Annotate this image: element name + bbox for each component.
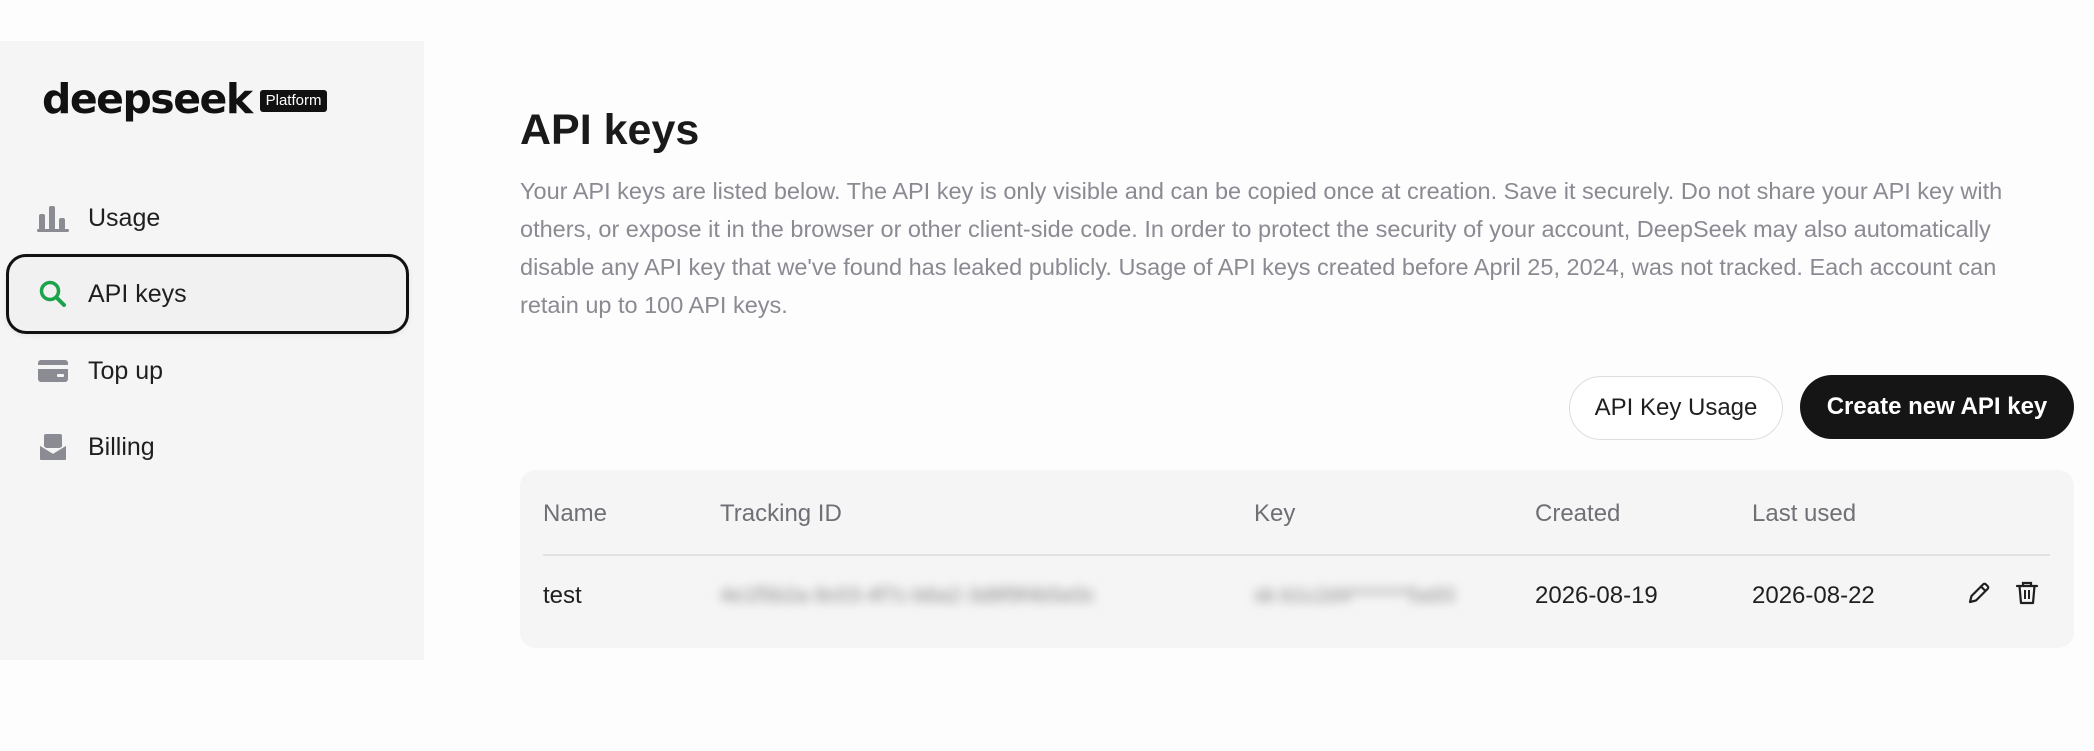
- sidebar-item-label: API keys: [88, 279, 187, 308]
- edit-icon[interactable]: [1964, 578, 1994, 608]
- api-keys-table: Name Tracking ID Key Created Last used t…: [520, 470, 2074, 648]
- billing-icon: [36, 430, 70, 464]
- sidebar: deepseek Platform Usage API keys Top up …: [0, 41, 424, 660]
- create-api-key-button[interactable]: Create new API key: [1800, 375, 2074, 439]
- column-header-created: Created: [1535, 500, 1621, 527]
- column-header-last-used: Last used: [1752, 500, 1857, 527]
- key-name-cell: test: [543, 582, 582, 609]
- sidebar-item-usage[interactable]: Usage: [6, 178, 409, 258]
- page-title: API keys: [520, 106, 700, 154]
- column-header-name: Name: [543, 500, 608, 527]
- created-date-cell: 2026-08-19: [1535, 582, 1658, 609]
- table-divider: [543, 554, 2050, 556]
- tracking-id-cell: 4e1f5b2a-9c03-4f7c-b6a2-3d8f9f4b5e0c: [720, 584, 1095, 607]
- column-header-key: Key: [1254, 500, 1296, 527]
- sidebar-item-label: Usage: [88, 203, 161, 232]
- sidebar-item-billing[interactable]: Billing: [6, 407, 409, 487]
- sidebar-item-top-up[interactable]: Top up: [6, 331, 409, 411]
- deepseek-logo[interactable]: deepseek Platform: [42, 75, 328, 123]
- bar-chart-icon: [36, 201, 70, 235]
- page-description: Your API keys are listed below. The API …: [520, 178, 2003, 318]
- sidebar-item-api-keys[interactable]: API keys: [6, 254, 409, 334]
- column-header-tracking-id: Tracking ID: [720, 500, 842, 527]
- sidebar-item-label: Billing: [88, 432, 155, 461]
- delete-icon[interactable]: [2012, 578, 2042, 608]
- api-key-usage-button[interactable]: API Key Usage: [1569, 376, 1783, 440]
- last-used-date-cell: 2026-08-22: [1752, 582, 1875, 609]
- search-key-icon: [36, 277, 70, 311]
- api-key-cell: sk-b1c2d4*******5a93: [1254, 584, 1455, 607]
- sidebar-item-label: Top up: [88, 356, 164, 385]
- brand-name: deepseek: [42, 75, 253, 123]
- platform-badge: Platform: [259, 89, 328, 113]
- card-icon: [36, 354, 70, 388]
